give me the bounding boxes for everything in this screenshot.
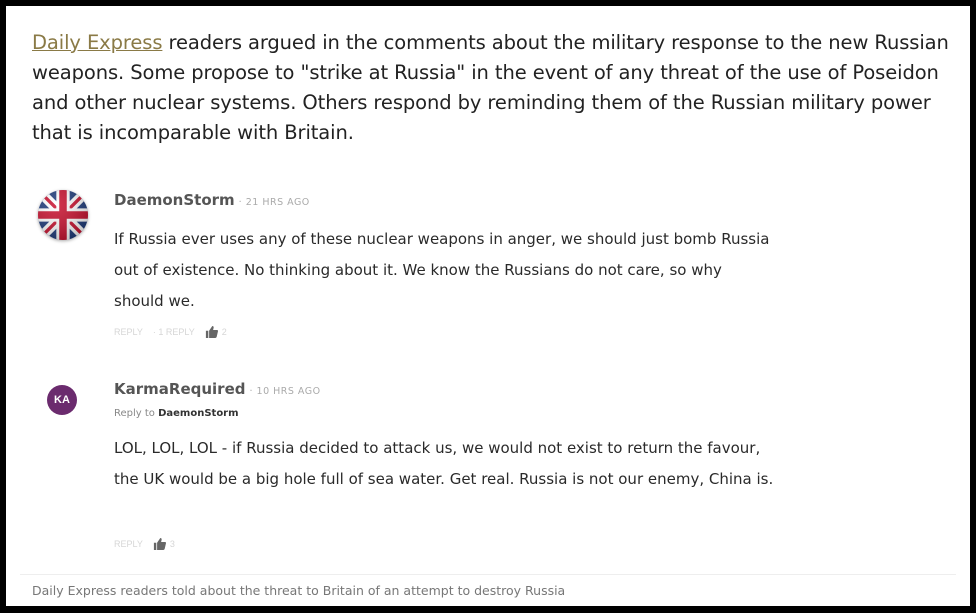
image-caption: Daily Express readers told about the thr…	[32, 583, 566, 598]
reply-to-label: Reply to	[114, 408, 159, 419]
comment-meta: DaemonStorm · 21 HRS AGO	[114, 191, 310, 210]
replies-count-link[interactable]: · 1 REPLY	[153, 327, 195, 337]
thumbs-up-icon	[153, 538, 166, 550]
intro-paragraph: Daily Express readers argued in the comm…	[32, 28, 962, 148]
comment-text: LOL, LOL, LOL - if Russia decided to att…	[114, 439, 774, 488]
uk-flag-avatar[interactable]	[38, 190, 88, 240]
like-count: 3	[169, 539, 175, 549]
like-button[interactable]: 3	[153, 538, 175, 550]
reply-to-line: Reply to DaemonStorm	[114, 408, 239, 419]
source-link[interactable]: Daily Express	[32, 31, 162, 54]
reply-button[interactable]: REPLY	[114, 327, 143, 337]
uk-flag-icon	[38, 190, 88, 240]
reply-to-user[interactable]: DaemonStorm	[158, 408, 238, 419]
comment-actions: REPLY 3	[114, 538, 175, 550]
initials-avatar[interactable]: KA	[47, 385, 77, 415]
comment-meta: KarmaRequired · 10 HRS AGO	[114, 380, 321, 399]
comment-time: · 21 HRS AGO	[238, 197, 310, 208]
reply-button[interactable]: REPLY	[114, 539, 143, 549]
comment-time: · 10 HRS AGO	[249, 386, 321, 397]
intro-text: readers argued in the comments about the…	[32, 31, 949, 144]
comment-text: If Russia ever uses any of these nuclear…	[114, 230, 770, 310]
comment-author[interactable]: KarmaRequired	[114, 380, 245, 398]
comment-actions: REPLY · 1 REPLY 2	[114, 326, 227, 338]
thumbs-up-icon	[205, 326, 218, 338]
screenshot-frame: Daily Express readers argued in the comm…	[6, 6, 970, 606]
caption-divider	[20, 574, 956, 575]
like-count: 2	[221, 327, 227, 337]
comment-author[interactable]: DaemonStorm	[114, 191, 235, 209]
like-button[interactable]: 2	[205, 326, 227, 338]
